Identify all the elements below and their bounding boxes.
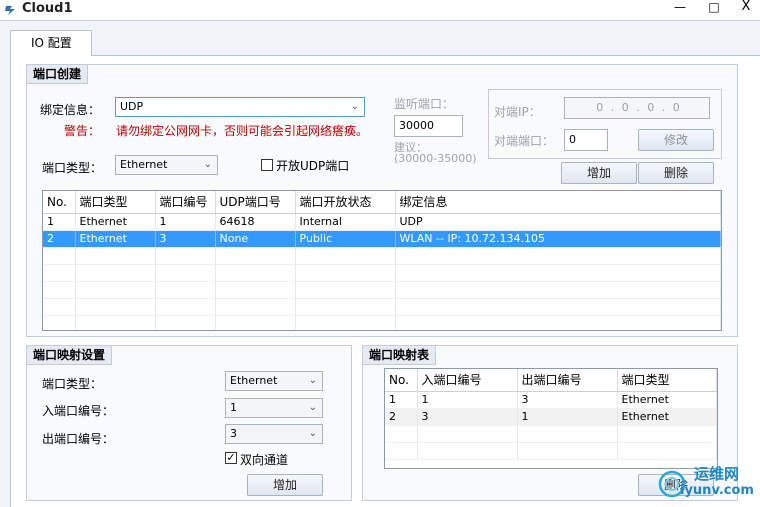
title-bar (0, 0, 760, 20)
in-port-value: 1 (230, 401, 237, 414)
close-icon: X (741, 0, 751, 14)
table-cell: 3 (417, 408, 518, 426)
column-header[interactable]: No. (385, 369, 418, 392)
bidirectional-checkbox[interactable]: ✓ (225, 452, 237, 464)
empty-row (43, 298, 721, 316)
out-port-label: 出端口编号： (42, 432, 115, 446)
table-cell: Public (295, 230, 396, 248)
in-port-select[interactable]: 1 ⌄ (225, 398, 323, 418)
empty-row (43, 264, 721, 282)
cloud-app-icon (5, 6, 15, 15)
table-cell: 1 (385, 391, 418, 409)
port-create-title: 端口创建 (27, 65, 89, 84)
column-header[interactable]: 端口编号 (155, 191, 216, 214)
peer-ip-label: 对端IP： (494, 105, 541, 119)
table-row[interactable]: 1 Ethernet 1 64618 Internal UDP (43, 213, 721, 231)
minimize-icon: — (674, 0, 686, 14)
tab-label: IO 配置 (31, 36, 72, 50)
warning-label: 警告： (64, 124, 101, 138)
port-type-value: Ethernet (120, 158, 168, 171)
column-header[interactable]: 端口开放状态 (295, 191, 396, 214)
port-type-select[interactable]: Ethernet ⌄ (115, 155, 218, 175)
table-cell: 1 (43, 213, 76, 231)
add-mapping-button[interactable]: 增加 (247, 474, 323, 496)
open-udp-label: 开放UDP端口 (276, 159, 350, 173)
bind-info-label: 绑定信息： (40, 103, 101, 117)
table-row[interactable]: 2 3 1 Ethernet (385, 408, 717, 426)
empty-row (43, 281, 721, 299)
watermark-text: 运维网 (694, 465, 740, 483)
table-cell: 2 (385, 408, 418, 426)
port-map-table[interactable]: No. 入端口编号 出端口编号 端口类型 1 1 3 Ethernet 2 3 … (384, 368, 718, 469)
port-map-table-title: 端口映射表 (363, 346, 437, 365)
suggest-range: (30000-35000) (394, 152, 477, 165)
empty-row (43, 315, 721, 330)
bind-info-value: UDP (120, 100, 144, 113)
table-cell: 1 (417, 391, 518, 409)
table-cell: 3 (517, 391, 618, 409)
table-cell: 3 (155, 230, 216, 248)
empty-row (43, 247, 721, 265)
empty-row (385, 425, 717, 443)
column-header[interactable]: UDP端口号 (215, 191, 296, 214)
table-cell: Ethernet (75, 230, 156, 248)
warning-text: 请勿绑定公网网卡，否则可能会引起网络瘩痪。 (116, 124, 369, 138)
column-header[interactable]: 出端口编号 (517, 369, 618, 392)
out-port-value: 3 (230, 427, 237, 440)
peer-port-label: 对端端口： (494, 134, 555, 148)
table-cell: None (215, 230, 296, 248)
table-header-row: No. 入端口编号 出端口编号 端口类型 (385, 369, 717, 392)
open-udp-checkbox[interactable] (261, 159, 273, 171)
port-type-label: 端口类型： (42, 161, 103, 175)
out-port-select[interactable]: 3 ⌄ (225, 424, 323, 444)
table-header-row: No. 端口类型 端口编号 UDP端口号 端口开放状态 绑定信息 (43, 191, 721, 214)
table-cell: WLAN -- IP: 10.72.134.105 (395, 230, 721, 248)
column-header[interactable]: 绑定信息 (395, 191, 721, 214)
table-row-selected[interactable]: 2 Ethernet 3 None Public WLAN -- IP: 10.… (43, 230, 721, 248)
map-port-type-select[interactable]: Ethernet ⌄ (225, 371, 323, 391)
table-cell: 1 (155, 213, 216, 231)
map-port-type-label: 端口类型： (42, 377, 103, 391)
listen-port-input[interactable]: 30000 (394, 115, 463, 137)
bind-info-select[interactable]: UDP ⌄ (115, 97, 365, 117)
delete-port-button[interactable]: 删除 (638, 162, 714, 184)
table-row[interactable]: 1 1 3 Ethernet (385, 391, 717, 409)
bidirectional-label: 双向通道 (240, 453, 289, 467)
column-header[interactable]: 入端口编号 (417, 369, 518, 392)
chevron-down-icon: ⌄ (308, 375, 317, 386)
chevron-down-icon: ⌄ (350, 101, 359, 112)
map-port-type-value: Ethernet (230, 374, 278, 387)
table-cell: 64618 (215, 213, 296, 231)
chevron-down-icon: ⌄ (203, 159, 212, 170)
window-title: Cloud1 (22, 1, 73, 16)
listen-port-label: 监听端口： (394, 97, 455, 111)
maximize-icon: □ (708, 0, 720, 14)
modify-button[interactable]: 修改 (638, 129, 714, 151)
table-cell: 1 (517, 408, 618, 426)
port-map-settings-title: 端口映射设置 (27, 346, 113, 365)
chevron-down-icon: ⌄ (308, 402, 317, 413)
chevron-down-icon: ⌄ (308, 428, 317, 439)
add-port-button[interactable]: 增加 (561, 162, 637, 184)
table-cell: UDP (395, 213, 721, 231)
column-header[interactable]: 端口类型 (75, 191, 156, 214)
port-table[interactable]: No. 端口类型 端口编号 UDP端口号 端口开放状态 绑定信息 1 Ether… (42, 190, 722, 331)
column-header[interactable]: 端口类型 (617, 369, 717, 392)
tab-io-config[interactable]: IO 配置 (10, 30, 92, 56)
empty-row (385, 442, 717, 460)
in-port-label: 入端口编号： (42, 404, 115, 418)
maximize-button[interactable]: □ (698, 0, 730, 16)
close-button[interactable]: X (730, 0, 760, 16)
table-cell: Internal (295, 213, 396, 231)
watermark-url: iyunv.com (680, 483, 754, 498)
peer-ip-input[interactable]: 0 . 0 . 0 . 0 (564, 97, 710, 119)
table-cell: Ethernet (617, 408, 717, 426)
peer-port-input[interactable]: 0 (564, 129, 608, 151)
table-cell: Ethernet (617, 391, 717, 409)
table-cell: 2 (43, 230, 76, 248)
minimize-button[interactable]: — (664, 0, 696, 16)
table-cell: Ethernet (75, 213, 156, 231)
column-header[interactable]: No. (43, 191, 76, 214)
